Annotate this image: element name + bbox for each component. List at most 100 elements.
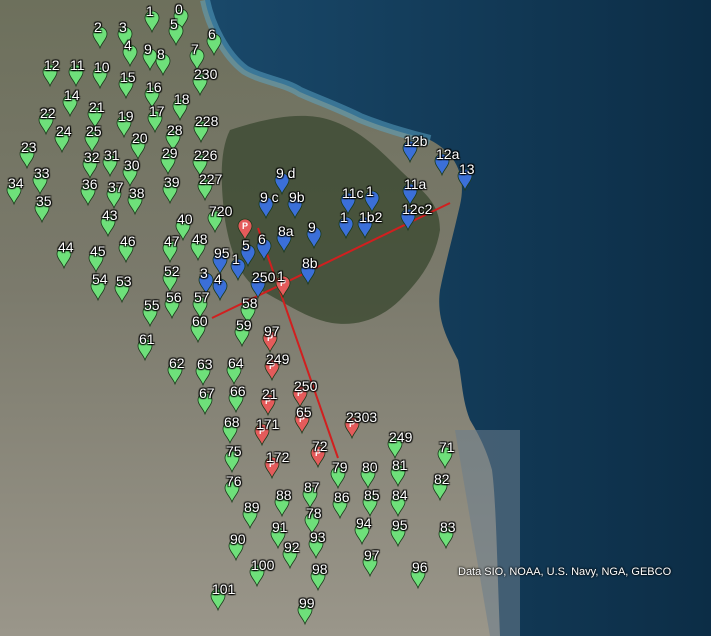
green-pin-label: 12	[44, 57, 60, 73]
green-pin-label: 16	[146, 79, 162, 95]
red-pin-label: 250	[294, 378, 318, 394]
green-pin-label: 30	[124, 157, 140, 173]
green-pin-label: 86	[334, 489, 350, 505]
green-pin-label: 43	[102, 207, 118, 223]
blue-pin-label: 4	[214, 271, 222, 287]
blue-pin-label: 250	[252, 269, 276, 285]
blue-pin-label: 3	[200, 265, 208, 281]
green-pin-label: 40	[177, 211, 193, 227]
green-pin-label: 90	[230, 531, 246, 547]
green-pin-label: 33	[34, 165, 50, 181]
green-pin-label: 4	[124, 37, 132, 53]
green-pin-label: 39	[164, 174, 180, 190]
green-pin-label: 87	[304, 479, 320, 495]
map-base: PPPPPPP PPPP	[0, 0, 711, 636]
green-pin-label: 78	[306, 505, 322, 521]
green-pin-label: 5	[170, 16, 178, 32]
red-pin-label: 21	[262, 386, 278, 402]
blue-pin-label: 9	[308, 219, 316, 235]
green-pin-label: 62	[169, 355, 185, 371]
green-pin-label: 2	[94, 19, 102, 35]
blue-pin-label: 8a	[278, 223, 294, 239]
green-pin-label: 95	[392, 517, 408, 533]
red-pin-label: 172	[266, 449, 290, 465]
green-pin-label: 82	[434, 471, 450, 487]
green-pin-label: 38	[129, 185, 145, 201]
green-pin-label: 99	[299, 595, 315, 611]
green-pin-label: 68	[224, 414, 240, 430]
green-pin-label: 56	[166, 289, 182, 305]
blue-pin-label: 5	[242, 237, 250, 253]
green-pin-label: 8	[157, 46, 165, 62]
green-pin-label: 1	[146, 3, 154, 19]
blue-pin-label: 13	[459, 161, 475, 177]
green-pin-label: 29	[162, 145, 178, 161]
green-pin-label: 59	[236, 317, 252, 333]
green-pin-label: 46	[120, 233, 136, 249]
green-pin-label: 24	[56, 123, 72, 139]
red-pin-label: 97	[264, 323, 280, 339]
green-pin-label: 79	[332, 459, 348, 475]
green-pin-label: 94	[356, 515, 372, 531]
green-pin-label: 35	[36, 193, 52, 209]
green-pin-label: 230	[194, 66, 218, 82]
green-pin-label: 3	[119, 19, 127, 35]
blue-pin-label: 95	[214, 245, 230, 261]
green-pin-label: 93	[310, 529, 326, 545]
green-pin-label: 91	[272, 519, 288, 535]
blue-pin-label: 12a	[436, 146, 460, 162]
green-pin-label: 6	[208, 26, 216, 42]
satellite-map[interactable]: PPPPPPPPPPP 1 0 2 3 5 6 4 9 8 7 12 11 10 15 230 16 14 18 2…	[0, 0, 711, 636]
green-pin-label: 85	[364, 487, 380, 503]
green-pin-label: 28	[167, 122, 183, 138]
green-pin-label: 17	[149, 103, 165, 119]
green-pin-label: 25	[86, 123, 102, 139]
green-pin-label: 0	[175, 1, 183, 17]
green-pin-label: 9	[144, 41, 152, 57]
blue-pin-label: 1	[340, 209, 348, 225]
green-pin-label: 226	[194, 147, 218, 163]
green-pin-label: 64	[228, 355, 244, 371]
blue-pin-label: 9 d	[276, 165, 296, 181]
blue-pin-label: 9b	[289, 189, 305, 205]
green-pin-label: 720	[209, 203, 233, 219]
green-pin-label: 31	[104, 147, 120, 163]
green-pin-label: 19	[118, 108, 134, 124]
green-pin-label: 66	[230, 383, 246, 399]
green-pin-label: 96	[412, 559, 428, 575]
green-pin-label: 83	[440, 519, 456, 535]
green-pin-label: 81	[392, 457, 408, 473]
red-pin-label: 249	[266, 351, 290, 367]
green-pin-label: 15	[120, 69, 136, 85]
green-pin-label: 227	[199, 171, 223, 187]
green-pin-label: 44	[58, 239, 74, 255]
green-pin-label: 32	[84, 149, 100, 165]
green-pin-label: 60	[192, 313, 208, 329]
blue-pin-label: 11c	[342, 185, 364, 201]
green-pin-label: 14	[64, 87, 80, 103]
green-pin-label: 21	[89, 99, 105, 115]
green-pin-label: 53	[116, 273, 132, 289]
green-pin-label: 52	[164, 263, 180, 279]
map-attribution: Data SIO, NOAA, U.S. Navy, NGA, GEBCO	[458, 566, 672, 578]
green-pin-label: 61	[139, 331, 155, 347]
green-pin-label: 71	[439, 439, 455, 455]
green-pin-label: 23	[21, 139, 37, 155]
green-pin-label: 228	[195, 113, 219, 129]
green-pin-label: 92	[284, 539, 300, 555]
green-pin-label: 55	[144, 297, 160, 313]
red-pin-label: 65	[296, 404, 312, 420]
green-pin-label: 249	[389, 429, 413, 445]
green-pin-label: 34	[8, 175, 24, 191]
blue-pin-label: 12c2	[402, 201, 433, 217]
parking-glyph: P	[242, 221, 248, 231]
green-pin-label: 57	[194, 289, 210, 305]
blue-pin-label: 1b2	[359, 209, 383, 225]
green-pin-label: 45	[90, 243, 106, 259]
red-pin-label: 72	[312, 438, 328, 454]
green-pin-label: 11	[70, 57, 85, 73]
green-pin-label: 7	[191, 41, 199, 57]
blue-pin-label: 1	[366, 183, 374, 199]
blue-pin-label: 8b	[302, 255, 318, 271]
blue-pin-label: 11a	[404, 176, 427, 192]
